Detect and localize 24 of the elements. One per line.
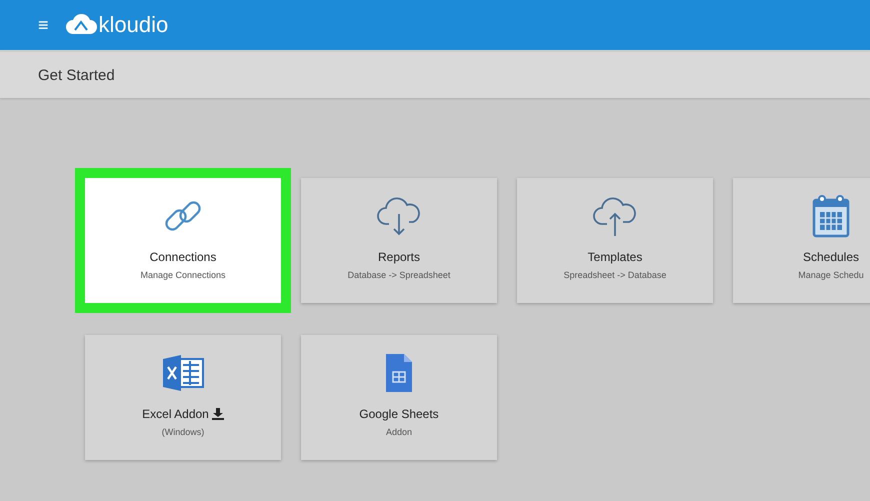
card-subtitle: Database -> Spreadsheet [348, 270, 450, 280]
card-subtitle: Manage Schedu [798, 270, 864, 280]
calendar-icon [811, 193, 851, 239]
card-title: Reports [378, 250, 420, 264]
logo-text: kloudio [98, 12, 168, 38]
card-title: Templates [588, 250, 642, 264]
spreadsheet-app-icon [161, 353, 205, 393]
reports-card[interactable]: Reports Database -> Spreadsheet [301, 178, 497, 303]
card-title: Google Sheets [359, 407, 439, 421]
menu-icon[interactable]: ≡ [38, 14, 49, 36]
addon-card[interactable]: Excel Addon (Windows) [85, 335, 281, 460]
schedules-card[interactable]: Schedules Manage Schedu [733, 178, 870, 303]
addon-card[interactable]: Google Sheets Addon [301, 335, 497, 460]
card-subtitle: Addon [386, 427, 412, 437]
card-title: Excel Addon [142, 407, 209, 421]
card-title: Connections [150, 250, 216, 264]
page-title: Get Started [38, 66, 115, 84]
templates-card[interactable]: Templates Spreadsheet -> Database [517, 178, 713, 303]
card-title: Schedules [802, 250, 860, 264]
card-subtitle: (Windows) [162, 427, 204, 437]
connections-card[interactable]: Connections Manage Connections [85, 178, 281, 303]
document-icon [384, 352, 414, 394]
card-subtitle: Manage Connections [140, 270, 226, 280]
card-subtitle: Spreadsheet -> Database [564, 270, 666, 280]
